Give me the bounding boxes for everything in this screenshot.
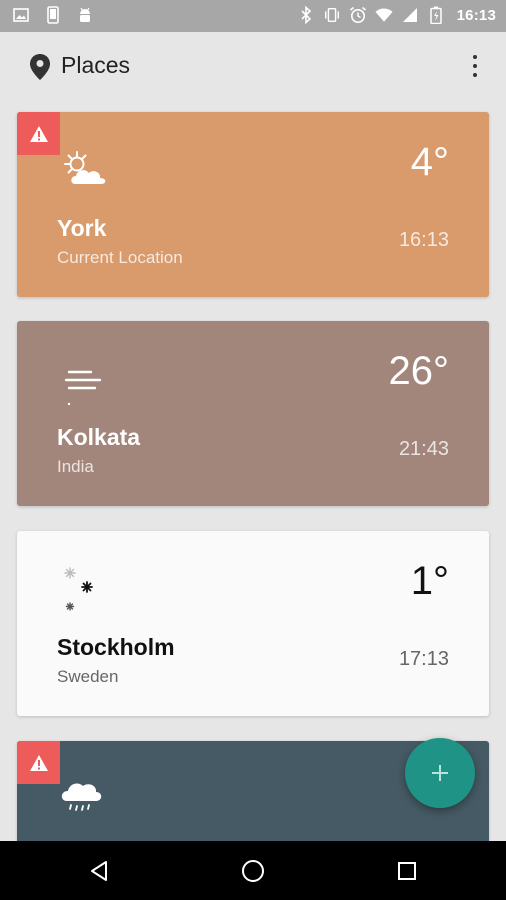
- signal-icon: [401, 6, 419, 24]
- local-time: 16:13: [398, 229, 449, 251]
- snow-icon: [57, 565, 113, 615]
- temperature: 26°: [388, 349, 450, 393]
- page-title: Places: [61, 52, 131, 78]
- phone-icon: [44, 6, 62, 24]
- image-icon: [12, 6, 30, 24]
- place-card-stockholm[interactable]: 1° Stockholm Sweden 17:13: [17, 531, 489, 716]
- wifi-icon: [375, 6, 393, 24]
- city-name: York: [57, 215, 107, 241]
- more-vert-icon[interactable]: [470, 52, 480, 80]
- android-icon: [76, 6, 94, 24]
- city-subtitle: India: [57, 457, 94, 476]
- city-subtitle: Sweden: [57, 667, 119, 686]
- status-bar: 16:13: [0, 0, 506, 32]
- back-icon[interactable]: [84, 856, 114, 886]
- plus-icon: [432, 765, 448, 781]
- warning-icon: [29, 125, 48, 142]
- bluetooth-icon: [297, 6, 315, 24]
- location-pin-icon: [28, 53, 52, 81]
- warning-icon: [29, 754, 48, 771]
- rain-icon: [57, 775, 113, 825]
- app-bar: Places: [0, 32, 506, 102]
- temperature: 1°: [410, 559, 449, 603]
- navigation-bar: [0, 841, 506, 900]
- city-subtitle: Current Location: [57, 248, 183, 267]
- recents-icon[interactable]: [392, 856, 422, 886]
- status-time: 16:13: [456, 6, 496, 24]
- home-icon[interactable]: [238, 856, 268, 886]
- alert-badge[interactable]: [17, 741, 60, 784]
- temperature: 4°: [410, 140, 449, 184]
- alert-badge[interactable]: [17, 112, 60, 155]
- battery-icon: [427, 6, 445, 24]
- vibrate-icon: [323, 6, 341, 24]
- place-card-kolkata[interactable]: 26° Kolkata India 21:43: [17, 321, 489, 506]
- haze-icon: [57, 355, 113, 406]
- city-name: Kolkata: [57, 424, 141, 450]
- local-time: 21:43: [398, 438, 449, 460]
- place-card-york[interactable]: 4° York Current Location 16:13: [17, 112, 489, 297]
- alarm-icon: [349, 6, 367, 24]
- add-place-button[interactable]: [405, 738, 475, 808]
- partly-cloudy-icon: [57, 146, 113, 196]
- city-name: Stockholm: [57, 634, 175, 660]
- local-time: 17:13: [398, 648, 449, 670]
